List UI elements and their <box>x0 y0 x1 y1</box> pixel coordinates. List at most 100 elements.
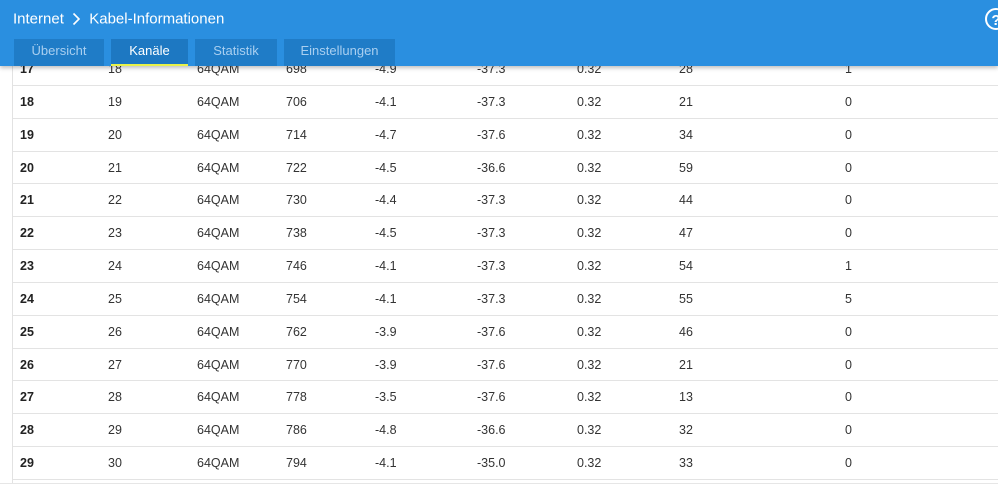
table-cell: -4.1 <box>375 259 397 274</box>
table-cell: 64QAM <box>197 390 240 405</box>
table-cell: 25 <box>20 324 34 339</box>
table-cell: 0 <box>845 193 852 208</box>
table-cell: 20 <box>108 127 122 142</box>
table-cell: 19 <box>108 94 122 109</box>
table-row: 29 30 64QAM 794 -4.1 -35.0 0.32 33 0 <box>13 447 998 480</box>
table-cell: 28 <box>20 423 34 438</box>
table-cell: 28 <box>108 390 122 405</box>
table-cell: -3.9 <box>375 324 397 339</box>
table-cell: 0 <box>845 226 852 241</box>
table-cell: 0.32 <box>577 193 602 208</box>
table-cell: -37.6 <box>477 390 506 405</box>
table-cell: -4.5 <box>375 226 397 241</box>
table-cell: 0 <box>845 423 852 438</box>
table-cell: 64QAM <box>197 127 240 142</box>
table-cell: 18 <box>20 94 34 109</box>
table-row: 26 27 64QAM 770 -3.9 -37.6 0.32 21 0 <box>13 349 998 382</box>
table-cell: 0 <box>845 456 852 471</box>
table-cell: -4.4 <box>375 193 397 208</box>
table-cell: 26 <box>108 324 122 339</box>
table-cell: 778 <box>286 390 307 405</box>
table-cell: 64QAM <box>197 94 240 109</box>
table-cell: 19 <box>20 127 34 142</box>
help-icon[interactable]: ? <box>985 8 998 30</box>
table-cell: 23 <box>20 259 34 274</box>
table-row: 25 26 64QAM 762 -3.9 -37.6 0.32 46 0 <box>13 316 998 349</box>
tab-uebersicht[interactable]: Übersicht <box>14 39 104 66</box>
table-cell: -37.3 <box>477 226 506 241</box>
breadcrumb: Internet Kabel-Informationen <box>13 10 224 28</box>
table-cell: 0 <box>845 127 852 142</box>
table-cell: 29 <box>108 423 122 438</box>
table-cell: -37.3 <box>477 193 506 208</box>
tab-einstellungen[interactable]: Einstellungen <box>284 39 395 66</box>
table-cell: 64QAM <box>197 259 240 274</box>
table-cell: 21 <box>679 357 693 372</box>
table-cell: 0.32 <box>577 324 602 339</box>
table-cell: 22 <box>20 226 34 241</box>
table-cell: -4.1 <box>375 456 397 471</box>
table-cell: 22 <box>108 193 122 208</box>
table-row: 24 25 64QAM 754 -4.1 -37.3 0.32 55 5 <box>13 283 998 316</box>
table-cell: 794 <box>286 456 307 471</box>
breadcrumb-current: Kabel-Informationen <box>89 10 225 28</box>
channel-table: 17 18 64QAM 698 -4.9 -37.3 0.32 28 1 18 19 64QAM 706… <box>13 53 998 480</box>
breadcrumb-root[interactable]: Internet <box>13 11 64 28</box>
table-cell: 25 <box>108 291 122 306</box>
tab-kanaele[interactable]: Kanäle <box>111 39 188 66</box>
table-cell: 762 <box>286 324 307 339</box>
table-row: 20 21 64QAM 722 -4.5 -36.6 0.32 59 0 <box>13 152 998 185</box>
table-cell: 21 <box>20 193 34 208</box>
table-cell: 64QAM <box>197 291 240 306</box>
table-cell: -35.0 <box>477 456 506 471</box>
table-cell: 44 <box>679 193 693 208</box>
table-cell: 0 <box>845 94 852 109</box>
table-cell: 64QAM <box>197 357 240 372</box>
table-cell: 21 <box>679 94 693 109</box>
table-row: 23 24 64QAM 746 -4.1 -37.3 0.32 54 1 <box>13 250 998 283</box>
chevron-right-icon <box>72 12 81 26</box>
table-cell: -37.3 <box>477 259 506 274</box>
table-cell: -37.6 <box>477 357 506 372</box>
table-cell: 0.32 <box>577 456 602 471</box>
table-cell: 33 <box>679 456 693 471</box>
table-cell: -37.3 <box>477 291 506 306</box>
table-cell: 0.32 <box>577 94 602 109</box>
table-cell: -3.5 <box>375 390 397 405</box>
table-row: 22 23 64QAM 738 -4.5 -37.3 0.32 47 0 <box>13 217 998 251</box>
table-cell: 64QAM <box>197 226 240 241</box>
table-row: 18 19 64QAM 706 -4.1 -37.3 0.32 21 0 <box>13 86 998 119</box>
table-cell: 27 <box>108 357 122 372</box>
table-row: 28 29 64QAM 786 -4.8 -36.6 0.32 32 0 <box>13 414 998 448</box>
table-cell: 706 <box>286 94 307 109</box>
channel-table-area: 17 18 64QAM 698 -4.9 -37.3 0.32 28 1 18 19 64QAM 706… <box>0 0 998 491</box>
table-cell: 55 <box>679 291 693 306</box>
table-cell: -37.3 <box>477 94 506 109</box>
table-cell: 34 <box>679 127 693 142</box>
table-cell: 0.32 <box>577 259 602 274</box>
table-cell: 59 <box>679 160 693 175</box>
table-cell: -4.8 <box>375 423 397 438</box>
table-cell: 0.32 <box>577 390 602 405</box>
table-cell: 20 <box>20 160 34 175</box>
table-cell: -4.7 <box>375 127 397 142</box>
table-cell: 13 <box>679 390 693 405</box>
tab-statistik[interactable]: Statistik <box>195 39 277 66</box>
table-cell: 786 <box>286 423 307 438</box>
table-cell: 770 <box>286 357 307 372</box>
table-cell: 54 <box>679 259 693 274</box>
table-cell: 714 <box>286 127 307 142</box>
table-cell: 24 <box>108 259 122 274</box>
table-cell: 26 <box>20 357 34 372</box>
table-cell: 23 <box>108 226 122 241</box>
table-cell: 27 <box>20 390 34 405</box>
table-cell: 64QAM <box>197 160 240 175</box>
table-cell: 0 <box>845 324 852 339</box>
table-row: 19 20 64QAM 714 -4.7 -37.6 0.32 34 0 <box>13 119 998 152</box>
table-cell: 0 <box>845 160 852 175</box>
table-cell: -3.9 <box>375 357 397 372</box>
table-cell: -4.1 <box>375 291 397 306</box>
table-cell: 47 <box>679 226 693 241</box>
page-header: Internet Kabel-Informationen ? Übersicht… <box>0 0 998 66</box>
table-cell: 46 <box>679 324 693 339</box>
